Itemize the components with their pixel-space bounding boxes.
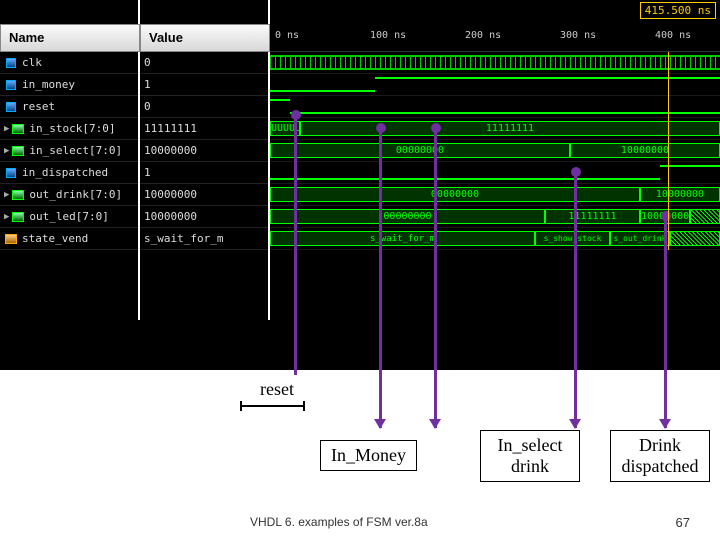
expand-icon[interactable]: ▶	[4, 146, 9, 156]
wave-row-in-money	[270, 74, 720, 96]
annotation-arrow-drink	[664, 216, 667, 428]
page-number: 67	[676, 515, 690, 530]
annotation-arrow-in-select	[574, 172, 577, 428]
signal-value[interactable]: s_wait_for_m	[140, 228, 268, 250]
wave-row-out-drink: 00000000 10000000	[270, 184, 720, 206]
wave-row-in-select: 00000000 10000000	[270, 140, 720, 162]
signals-area: clk in_money reset ▶in_stock[7:0] ▶in_se…	[0, 52, 720, 250]
bus-icon	[12, 124, 24, 134]
bus-icon	[12, 212, 24, 222]
reset-span-bar	[240, 405, 305, 407]
blank-area	[0, 250, 720, 320]
time-tick: 200 ns	[465, 30, 501, 41]
expand-icon[interactable]: ▶	[4, 212, 9, 222]
signal-value[interactable]: 1	[140, 162, 268, 184]
header-row: Name Value 0 ns 100 ns 200 ns 300 ns 400…	[0, 24, 720, 52]
drink-dispatched-label: Drink dispatched	[610, 430, 710, 482]
bus-icon	[12, 190, 24, 200]
wave-row-in-dispatched	[270, 162, 720, 184]
in-money-label: In_Money	[320, 440, 417, 471]
time-tick: 300 ns	[560, 30, 596, 41]
signal-name-in-dispatched[interactable]: in_dispatched	[0, 162, 138, 184]
time-tick: 0 ns	[275, 30, 299, 41]
cursor-time-label: 415.500 ns	[640, 2, 716, 19]
signal-name-out-led[interactable]: ▶out_led[7:0]	[0, 206, 138, 228]
signal-value[interactable]: 11111111	[140, 118, 268, 140]
clock-waveform	[270, 55, 720, 70]
signal-value[interactable]: 1	[140, 74, 268, 96]
signal-value[interactable]: 10000000	[140, 140, 268, 162]
annotation-arrow	[434, 128, 437, 428]
waveform-area[interactable]: UUUUUUUU 11111111 00000000 10000000 0000…	[270, 52, 720, 250]
time-tick: 100 ns	[370, 30, 406, 41]
signal-value[interactable]: 10000000	[140, 206, 268, 228]
wave-row-reset	[270, 96, 720, 118]
signal-name-in-select[interactable]: ▶in_select[7:0]	[0, 140, 138, 162]
bit-icon	[6, 168, 16, 178]
state-icon	[5, 234, 17, 244]
signal-name-state-vend[interactable]: state_vend	[0, 228, 138, 250]
in-select-label: In_select drink	[480, 430, 580, 482]
signal-name-clk[interactable]: clk	[0, 52, 138, 74]
annotation-arrow-in-money	[379, 128, 382, 428]
signal-value[interactable]: 0	[140, 52, 268, 74]
bus-icon	[12, 146, 24, 156]
signal-name-in-stock[interactable]: ▶in_stock[7:0]	[0, 118, 138, 140]
expand-icon[interactable]: ▶	[4, 124, 9, 134]
cursor-line[interactable]	[668, 52, 669, 250]
expand-icon[interactable]: ▶	[4, 190, 9, 200]
top-bar: 415.500 ns	[0, 0, 720, 24]
reset-label: reset	[250, 375, 304, 404]
footer-text: VHDL 6. examples of FSM ver.8a	[250, 515, 428, 529]
value-column-header[interactable]: Value	[140, 24, 270, 52]
annotation-arrow-reset	[294, 115, 297, 385]
signal-name-in-money[interactable]: in_money	[0, 74, 138, 96]
signal-name-out-drink[interactable]: ▶out_drink[7:0]	[0, 184, 138, 206]
waveform-viewer: 415.500 ns Name Value 0 ns 100 ns 200 ns…	[0, 0, 720, 370]
signal-name-reset[interactable]: reset	[0, 96, 138, 118]
value-column: 0 1 0 11111111 10000000 1 10000000 10000…	[140, 52, 270, 250]
wave-row-clk	[270, 52, 720, 74]
wave-row-state-vend: s_wait_for_m s_show_stock s_out_drink	[270, 228, 720, 250]
name-column-header[interactable]: Name	[0, 24, 140, 52]
wave-row-out-led: 00000000 11111111 10000000	[270, 206, 720, 228]
bit-icon	[6, 102, 16, 112]
signal-value[interactable]: 10000000	[140, 184, 268, 206]
bit-icon	[6, 80, 16, 90]
wave-row-in-stock: UUUUUUUU 11111111	[270, 118, 720, 140]
time-tick: 400 ns	[655, 30, 691, 41]
signal-value[interactable]: 0	[140, 96, 268, 118]
time-ruler[interactable]: 0 ns 100 ns 200 ns 300 ns 400 ns	[270, 24, 720, 52]
name-column: clk in_money reset ▶in_stock[7:0] ▶in_se…	[0, 52, 140, 250]
bit-icon	[6, 58, 16, 68]
annotations-layer: reset In_Money In_select drink Drink dis…	[0, 370, 720, 540]
